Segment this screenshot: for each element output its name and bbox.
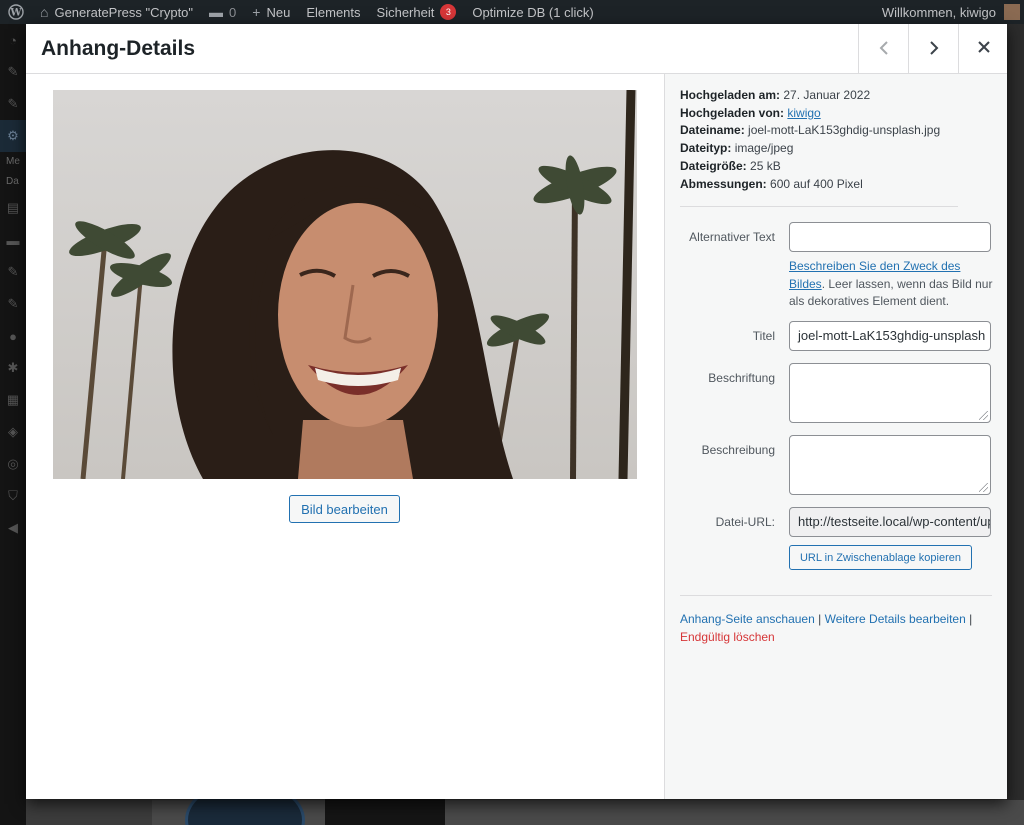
comments-link[interactable]: ▬ 0 (201, 0, 244, 24)
filetype-row: Dateityp: image/jpeg (680, 140, 940, 158)
optimize-db-link[interactable]: Optimize DB (1 click) (464, 0, 601, 24)
chevron-left-icon (878, 36, 890, 62)
comments-icon: ▬ (6, 232, 20, 248)
copy-url-button[interactable]: URL in Zwischenablage kopieren (789, 545, 972, 570)
next-button[interactable] (908, 24, 958, 73)
plugins-icon: ✎ (7, 296, 19, 311)
uploaded-on-row: Hochgeladen am: 27. Januar 2022 (680, 87, 940, 105)
action-separator: | (965, 612, 973, 626)
edit-more-details-link[interactable]: Weitere Details bearbeiten (825, 612, 966, 626)
shield-icon: ⛉ (8, 488, 18, 503)
uploaded-by-row: Hochgeladen von: kiwigo (680, 105, 940, 123)
users-icon: ● (9, 328, 17, 344)
title-input[interactable]: joel-mott-LaK153ghdig-unsplash (789, 321, 991, 351)
delete-permanently-link[interactable]: Endgültig löschen (680, 630, 775, 644)
description-label: Beschreibung (701, 443, 775, 457)
security-link[interactable]: Sicherheit 3 (369, 0, 465, 24)
pages-icon: ▤ (6, 200, 20, 215)
pin-icon: ✎ (7, 64, 19, 79)
modal-title: Anhang-Details (41, 37, 196, 60)
plus-icon: + (252, 4, 261, 20)
background-page-edge (1006, 24, 1024, 804)
action-separator: | (814, 612, 825, 626)
site-name-link[interactable]: ⌂ GeneratePress "Crypto" (32, 0, 201, 24)
filesize-label: Dateigröße: (680, 158, 747, 173)
security-badge: 3 (440, 4, 457, 20)
divider (680, 595, 992, 596)
account-menu[interactable]: Willkommen, kiwigo (874, 0, 1024, 24)
welcome-text: Willkommen, kiwigo (881, 4, 996, 20)
uploaded-by-link[interactable]: kiwigo (787, 106, 820, 120)
wordpress-logo-icon[interactable]: W (0, 0, 32, 24)
performance-icon: ◎ (7, 456, 19, 471)
filesize-row: Dateigröße: 25 kB (680, 158, 940, 176)
resize-handle-icon[interactable] (979, 483, 988, 492)
comment-icon: ▬ (209, 4, 224, 20)
attachment-info-sidebar: Hochgeladen am: 27. Januar 2022 Hochgela… (664, 74, 1007, 799)
appearance-icon: ✎ (7, 264, 19, 279)
tools-icon: ✱ (7, 360, 19, 375)
file-details: Hochgeladen am: 27. Januar 2022 Hochgela… (680, 87, 940, 193)
attachment-actions: Anhang-Seite anschauen | Weitere Details… (680, 611, 998, 646)
uploaded-on-label: Hochgeladen am: (680, 88, 781, 102)
filesize-value: 25 kB (750, 158, 781, 173)
modal-header: Anhang-Details (26, 24, 1007, 74)
filetype-value: image/jpeg (734, 141, 794, 156)
dimensions-label: Abmessungen: (680, 176, 767, 191)
attachment-details-modal: Anhang-Details Bild bearbeiten Hochgelad… (26, 24, 1007, 799)
alt-text-input[interactable] (789, 222, 991, 252)
comments-count: 0 (229, 4, 237, 20)
close-icon (977, 37, 991, 60)
filename-value: joel-mott-LaK153ghdig-unsplash.jpg (748, 123, 941, 138)
caption-textarea[interactable] (789, 363, 991, 423)
title-label: Titel (752, 329, 775, 343)
security-label: Sicherheit (376, 4, 435, 20)
elements-link[interactable]: Elements (298, 0, 368, 24)
avatar (1004, 4, 1020, 20)
previous-button[interactable] (858, 24, 908, 73)
optimize-label: Optimize DB (1 click) (472, 4, 594, 20)
alt-text-help: Beschreiben Sie den Zweck des Bildes. Le… (789, 258, 994, 311)
attachment-image (53, 90, 637, 479)
filename-row: Dateiname: joel-mott-LaK153ghdig-unsplas… (680, 122, 940, 140)
file-url-label: Datei-URL: (715, 515, 775, 529)
dashboard-icon: ◔ (9, 32, 17, 48)
description-textarea[interactable] (789, 435, 991, 495)
sidebar-item-media: Me (6, 156, 20, 167)
new-label: Neu (266, 4, 291, 20)
edit-image-button[interactable]: Bild bearbeiten (289, 495, 400, 523)
pin-icon: ✎ (7, 96, 19, 111)
svg-text:W: W (9, 8, 22, 19)
uploaded-by-label: Hochgeladen von: (680, 105, 785, 120)
home-icon: ⌂ (40, 4, 49, 20)
caption-label: Beschriftung (708, 371, 775, 385)
uploaded-on-value: 27. Januar 2022 (783, 88, 871, 102)
image-preview-area: Bild bearbeiten (26, 74, 664, 799)
resize-handle-icon[interactable] (979, 411, 988, 420)
media-icon: ⚙ (0, 120, 26, 152)
close-button[interactable] (958, 24, 1008, 73)
site-name: GeneratePress "Crypto" (54, 4, 194, 20)
settings-icon: ▦ (6, 392, 20, 407)
divider (680, 206, 958, 207)
alt-text-label: Alternativer Text (689, 230, 775, 244)
elements-label: Elements (306, 4, 361, 20)
generatepress-icon: ◈ (8, 424, 18, 439)
dimensions-row: Abmessungen: 600 auf 400 Pixel (680, 176, 940, 194)
filename-label: Dateiname: (680, 123, 745, 138)
collapse-icon: ◀ (8, 520, 18, 535)
admin-sidebar: ◔ ✎ ✎ ⚙ Me Da ▤ ▬ ✎ ✎ ● ✱ ▦ ◈ ◎ ⛉ ◀ (0, 24, 26, 825)
file-url-input[interactable]: http://testseite.local/wp-content/upload… (789, 507, 991, 537)
chevron-right-icon (928, 36, 940, 62)
dimensions-value: 600 auf 400 Pixel (770, 176, 863, 191)
view-attachment-page-link[interactable]: Anhang-Seite anschauen (680, 612, 815, 626)
admin-bar: W ⌂ GeneratePress "Crypto" ▬ 0 + Neu Ele… (0, 0, 1024, 24)
sidebar-item-library: Da (6, 176, 19, 187)
filetype-label: Dateityp: (680, 141, 732, 156)
new-content-link[interactable]: + Neu (244, 0, 298, 24)
